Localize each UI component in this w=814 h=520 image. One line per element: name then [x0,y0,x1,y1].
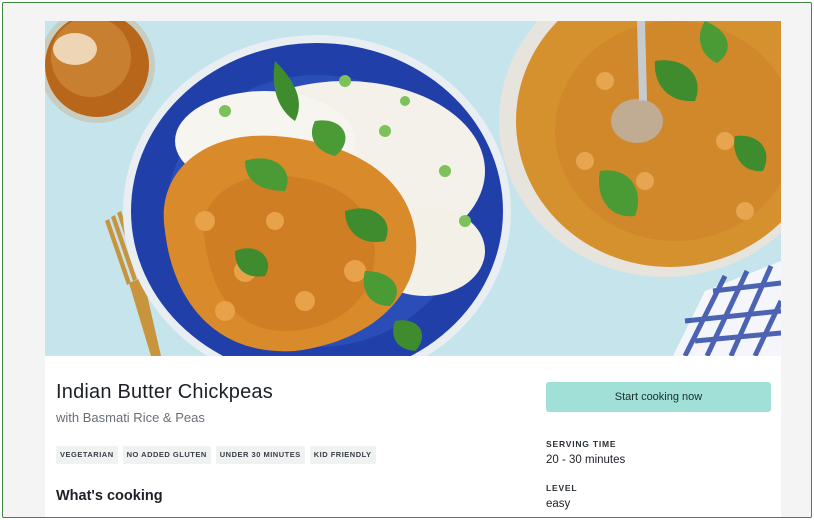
start-cooking-button[interactable]: Start cooking now [546,382,771,412]
hero-image [45,21,781,356]
tag-kid-friendly: KID FRIENDLY [309,446,376,464]
tag-under-30-minutes: UNDER 30 MINUTES [215,446,305,464]
tag-vegetarian: VEGETARIAN [56,446,118,464]
recipe-title: Indian Butter Chickpeas [56,381,273,403]
serving-time-value: 20 - 30 minutes [546,454,626,466]
page-frame: Indian Butter Chickpeas with Basmati Ric… [2,2,812,518]
whats-cooking-heading: What's cooking [56,488,163,504]
serving-time-label: SERVING TIME [546,439,617,449]
level-value: easy [546,498,571,510]
recipe-details: Indian Butter Chickpeas with Basmati Ric… [45,356,781,517]
level-label: LEVEL [546,483,578,493]
recipe-subtitle: with Basmati Rice & Peas [56,410,205,425]
tag-no-added-gluten: NO ADDED GLUTEN [122,446,211,464]
recipe-card: Indian Butter Chickpeas with Basmati Ric… [45,21,781,517]
tag-list: VEGETARIAN NO ADDED GLUTEN UNDER 30 MINU… [56,446,376,464]
